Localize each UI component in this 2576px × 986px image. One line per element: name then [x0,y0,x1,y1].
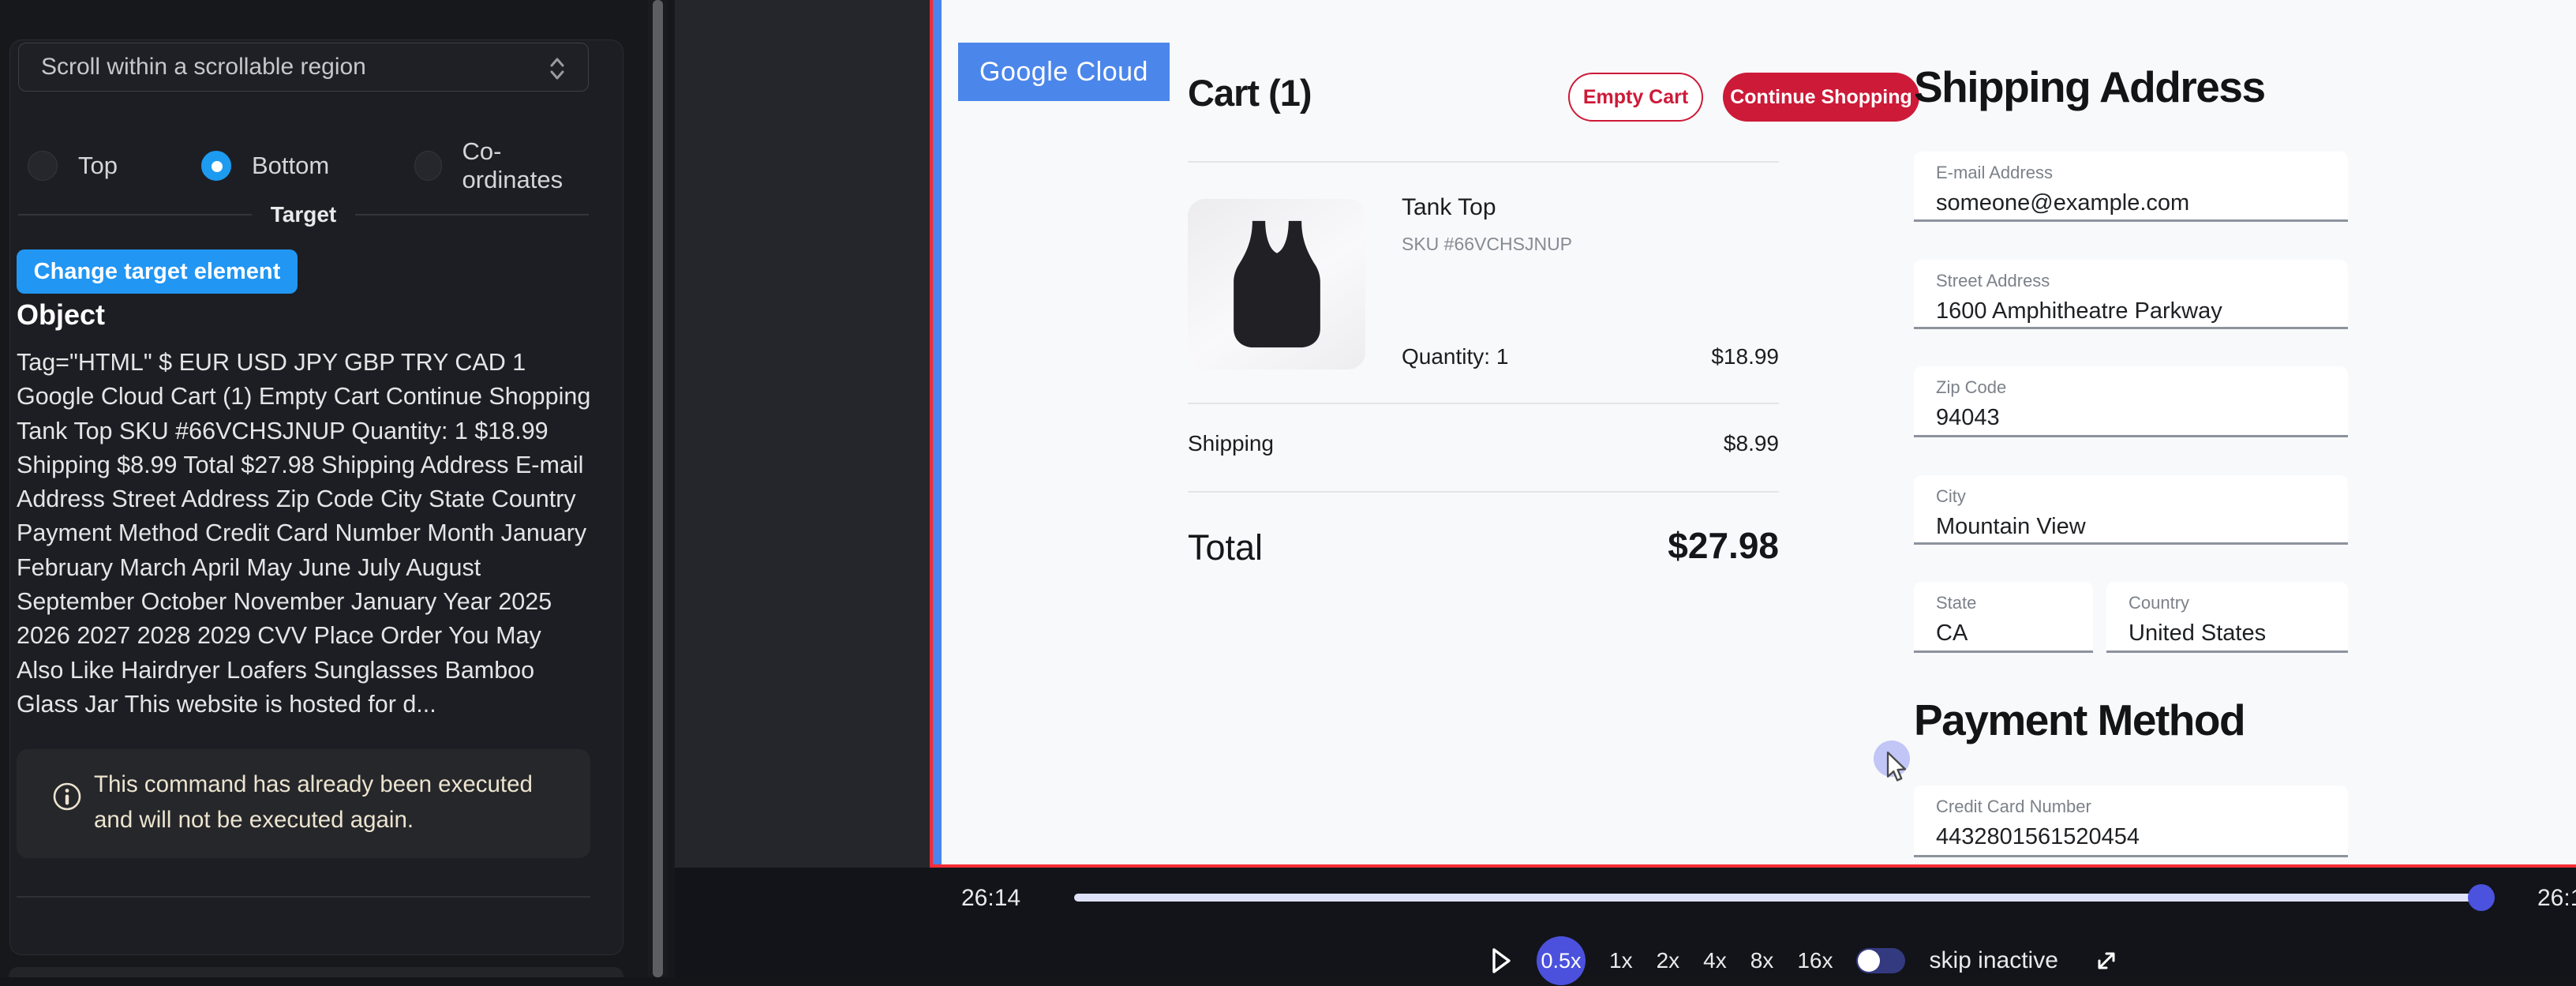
target-section-label: Target [271,202,337,227]
empty-cart-button[interactable]: Empty Cart [1568,73,1703,122]
change-target-button[interactable]: Change target element [17,249,298,294]
play-icon[interactable] [1489,946,1513,976]
divider-line [355,214,589,216]
radio-top-label: Top [78,152,118,180]
radio-coordinates-circle[interactable] [414,151,442,181]
command-type-select[interactable]: Scroll within a scrollable region [18,43,589,92]
sidebar-scrollbar-thumb[interactable] [653,0,663,977]
product-name: Tank Top [1402,194,1496,221]
state-field[interactable]: State CA [1914,582,2093,653]
radio-bottom[interactable]: Bottom [201,148,329,183]
country-field-value: United States [2129,620,2348,647]
radio-top[interactable]: Top [28,148,118,183]
cart-title: Cart (1) [1188,71,1312,114]
total-value: $27.98 [1668,524,1779,567]
mouse-cursor-icon [1885,752,1911,783]
site-logo-text: Google Cloud [979,57,1148,88]
speed-4x-button[interactable]: 4x [1703,948,1727,973]
shipping-address-heading: Shipping Address [1914,62,2265,112]
scroll-region-highlight [933,0,942,864]
city-field[interactable]: City Mountain View [1914,475,2348,545]
email-field-label: E-mail Address [1936,163,2348,183]
radio-coordinates-label: Co-ordinates [462,137,589,194]
credit-card-field[interactable]: Credit Card Number 4432801561520454 [1914,785,2348,857]
fullscreen-icon[interactable] [2093,947,2120,974]
continue-shopping-button[interactable]: Continue Shopping [1723,73,1919,122]
cart-section: Cart (1) Empty Cart Continue Shopping Ta… [1188,0,1779,864]
sidebar-divider [17,896,590,898]
shipping-value: $8.99 [1724,431,1779,456]
checkout-form-section: Shipping Address E-mail Address someone@… [1914,0,2348,864]
timeline-track[interactable] [1074,894,2487,902]
cart-divider [1188,161,1779,163]
speed-2x-button[interactable]: 2x [1657,948,1680,973]
execution-notice-text: This command has already been executed a… [94,767,560,838]
speed-1x-button[interactable]: 1x [1609,948,1633,973]
skip-inactive-toggle[interactable] [1856,948,1905,973]
object-heading: Object [17,298,105,332]
payment-method-heading: Payment Method [1914,695,2245,745]
radio-bottom-label: Bottom [252,152,329,180]
country-field-label: Country [2129,593,2348,613]
country-field[interactable]: Country United States [2106,582,2348,653]
cart-divider [1188,491,1779,493]
shipping-label: Shipping [1188,431,1274,456]
radio-bottom-circle[interactable] [201,151,231,181]
state-field-label: State [1936,593,2093,613]
divider-line [18,214,252,216]
product-quantity: Quantity: 1 [1402,344,1508,369]
product-sku: SKU #66VCHSJNUP [1402,234,1572,255]
cart-divider [1188,403,1779,404]
radio-coordinates[interactable]: Co-ordinates [414,148,589,183]
product-price: $18.99 [1711,344,1779,369]
credit-card-value: 4432801561520454 [1936,824,2348,850]
zip-code-field[interactable]: Zip Code 94043 [1914,366,2348,437]
toggle-knob[interactable] [1858,950,1880,972]
sidebar-scrollbar[interactable] [648,0,667,977]
street-address-field[interactable]: Street Address 1600 Amphitheatre Parkway [1914,260,2348,329]
street-field-value: 1600 Amphitheatre Parkway [1936,298,2348,324]
target-section-divider: Target [18,199,589,231]
email-field[interactable]: E-mail Address someone@example.com [1914,152,2348,222]
command-type-value: Scroll within a scrollable region [41,54,366,80]
product-image-tank-top [1188,199,1365,369]
info-icon [51,781,83,812]
street-field-label: Street Address [1936,271,2348,291]
credit-card-label: Credit Card Number [1936,797,2348,817]
email-field-value: someone@example.com [1936,190,2348,216]
scroll-position-options: Top Bottom Co-ordinates [18,148,589,183]
speed-16x-button[interactable]: 16x [1797,948,1833,973]
current-time: 26:14 [961,885,1020,912]
total-label: Total [1188,527,1263,568]
speed-8x-button[interactable]: 8x [1750,948,1774,973]
radio-top-circle[interactable] [28,151,58,181]
command-sidebar: Scroll within a scrollable region Top Bo… [0,0,675,977]
zip-field-label: Zip Code [1936,377,2348,398]
player-controls: 0.5x 1x 2x 4x 8x 16x skip inactive [1489,935,2120,986]
object-description-text: Tag="HTML" $ EUR USD JPY GBP TRY CAD 1 G… [17,346,593,722]
end-time: 26:1 [2537,885,2576,912]
timeline-handle[interactable] [2468,884,2495,911]
city-field-value: Mountain View [1936,514,2348,540]
zip-field-value: 94043 [1936,405,2348,431]
state-field-value: CA [1936,620,2093,647]
skip-inactive-label: skip inactive [1929,947,2057,974]
execution-notice: This command has already been executed a… [17,749,590,858]
replay-player-bar: 26:14 26:1 0.5x 1x 2x 4x 8x 16x skip ina… [675,868,2576,977]
replay-stage: Google Cloud Cart (1) Empty Cart Continu… [675,0,2576,868]
site-logo[interactable]: Google Cloud [958,43,1170,101]
select-chevrons-icon [545,54,569,83]
city-field-label: City [1936,486,2348,507]
tank-top-image [1218,216,1336,352]
speed-0-5x-button[interactable]: 0.5x [1537,936,1586,985]
next-panel-edge [9,967,623,977]
replay-viewport-highlighted: Google Cloud Cart (1) Empty Cart Continu… [930,0,2576,868]
